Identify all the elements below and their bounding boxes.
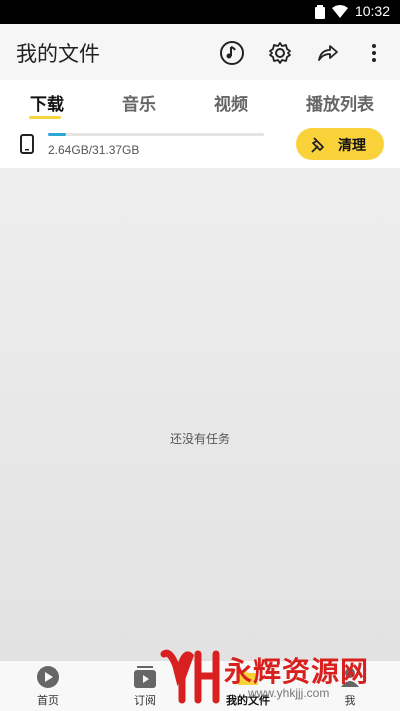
play-circle-icon — [18, 665, 78, 689]
phone-icon — [20, 134, 34, 158]
downloads-list-area: 还没有任务 — [0, 168, 400, 660]
storage-progress-bar — [48, 133, 264, 136]
wifi-icon — [332, 5, 348, 23]
status-bar: 10:32 — [0, 0, 400, 24]
nav-subscriptions[interactable]: 订阅 — [115, 665, 175, 708]
storage-progress-fill — [48, 133, 67, 136]
battery-icon — [315, 5, 325, 23]
tab-music[interactable]: 音乐 — [122, 90, 156, 115]
folder-icon — [218, 665, 278, 689]
share-icon[interactable] — [315, 40, 341, 66]
nav-home-label: 首页 — [37, 694, 59, 707]
tab-playlists[interactable]: 播放列表 — [306, 90, 374, 115]
music-note-icon[interactable] — [219, 40, 245, 66]
more-vertical-icon[interactable] — [361, 40, 387, 66]
tab-bar: 下载 音乐 视频 播放列表 — [0, 80, 400, 126]
gear-icon[interactable] — [267, 40, 293, 66]
nav-my-files-label: 我的文件 — [226, 694, 270, 707]
empty-state-message: 还没有任务 — [169, 432, 230, 446]
clean-button-label: 清理 — [338, 137, 366, 153]
tab-videos[interactable]: 视频 — [214, 90, 248, 115]
tab-downloads[interactable]: 下载 — [30, 90, 64, 115]
nav-me-label: 我 — [344, 694, 356, 707]
clock: 10:32 — [354, 3, 390, 19]
active-tab-indicator — [29, 116, 61, 119]
user-icon — [320, 665, 380, 689]
broom-icon — [310, 135, 328, 156]
storage-usage-text: 2.64GB/31.37GB — [48, 143, 140, 157]
nav-home[interactable]: 首页 — [18, 665, 78, 708]
nav-me[interactable]: 我 — [320, 665, 380, 708]
bottom-navigation: 首页 订阅 我的文件 我 — [0, 660, 400, 711]
page-title: 我的文件 — [16, 42, 100, 66]
subscription-icon — [115, 665, 175, 689]
nav-my-files[interactable]: 我的文件 — [218, 665, 278, 708]
app-bar: 我的文件 — [0, 24, 400, 80]
clean-button[interactable]: 清理 — [296, 128, 384, 160]
nav-subscriptions-label: 订阅 — [134, 694, 156, 707]
